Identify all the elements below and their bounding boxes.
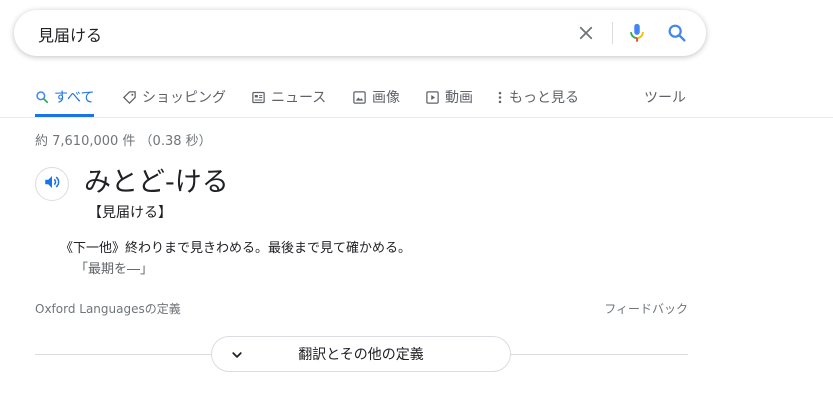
dictionary-source: Oxford Languagesの定義 [35, 302, 181, 316]
tab-images[interactable]: 画像 [352, 78, 400, 116]
search-tabs: すべて ショッピング ニュース 画像 動画 もっと見る ツール [0, 78, 833, 118]
divider-line [510, 354, 688, 355]
more-definitions-button[interactable]: 翻訳とその他の定義 [211, 336, 511, 372]
tab-news[interactable]: ニュース [251, 78, 326, 116]
play-icon [425, 90, 440, 105]
tab-more[interactable]: もっと見る [496, 78, 579, 116]
tab-label: もっと見る [509, 90, 579, 106]
tab-label: ショッピング [142, 90, 226, 106]
speaker-icon [43, 173, 61, 195]
newspaper-icon [251, 90, 266, 105]
tab-shopping[interactable]: ショッピング [122, 78, 226, 116]
tag-icon [122, 90, 137, 105]
pronunciation-button[interactable] [35, 167, 69, 201]
tab-videos[interactable]: 動画 [425, 78, 473, 116]
dictionary-headword: みとど-ける [84, 167, 229, 198]
search-icon [35, 90, 49, 104]
clear-icon[interactable] [574, 21, 598, 45]
tab-label: 動画 [445, 90, 473, 106]
more-definitions-label: 翻訳とその他の定義 [298, 347, 424, 363]
dictionary-definition: 《下一他》終わりまで見きわめる。最後まで見て確かめる。 [60, 241, 412, 256]
tab-label: 画像 [372, 90, 400, 106]
tabs-divider [0, 117, 833, 118]
microphone-icon[interactable] [625, 21, 649, 45]
search-box [14, 10, 706, 58]
divider-line [35, 354, 212, 355]
search-icon[interactable] [665, 21, 689, 45]
more-vert-icon [496, 90, 504, 105]
dictionary-example: 「最期を―」 [75, 262, 154, 277]
tab-all[interactable]: すべて [35, 78, 95, 117]
search-input[interactable] [36, 10, 560, 58]
dictionary-kanji: 【見届ける】 [88, 205, 172, 221]
tools-label: ツール [644, 90, 686, 106]
tab-label: すべて [54, 90, 95, 106]
image-icon [352, 90, 367, 105]
tab-label: ニュース [271, 90, 327, 106]
result-stats: 約 7,610,000 件 （0.38 秒） [35, 134, 212, 149]
tools-button[interactable]: ツール [644, 78, 686, 116]
search-divider [612, 22, 613, 44]
feedback-link[interactable]: フィードバック [604, 300, 688, 317]
